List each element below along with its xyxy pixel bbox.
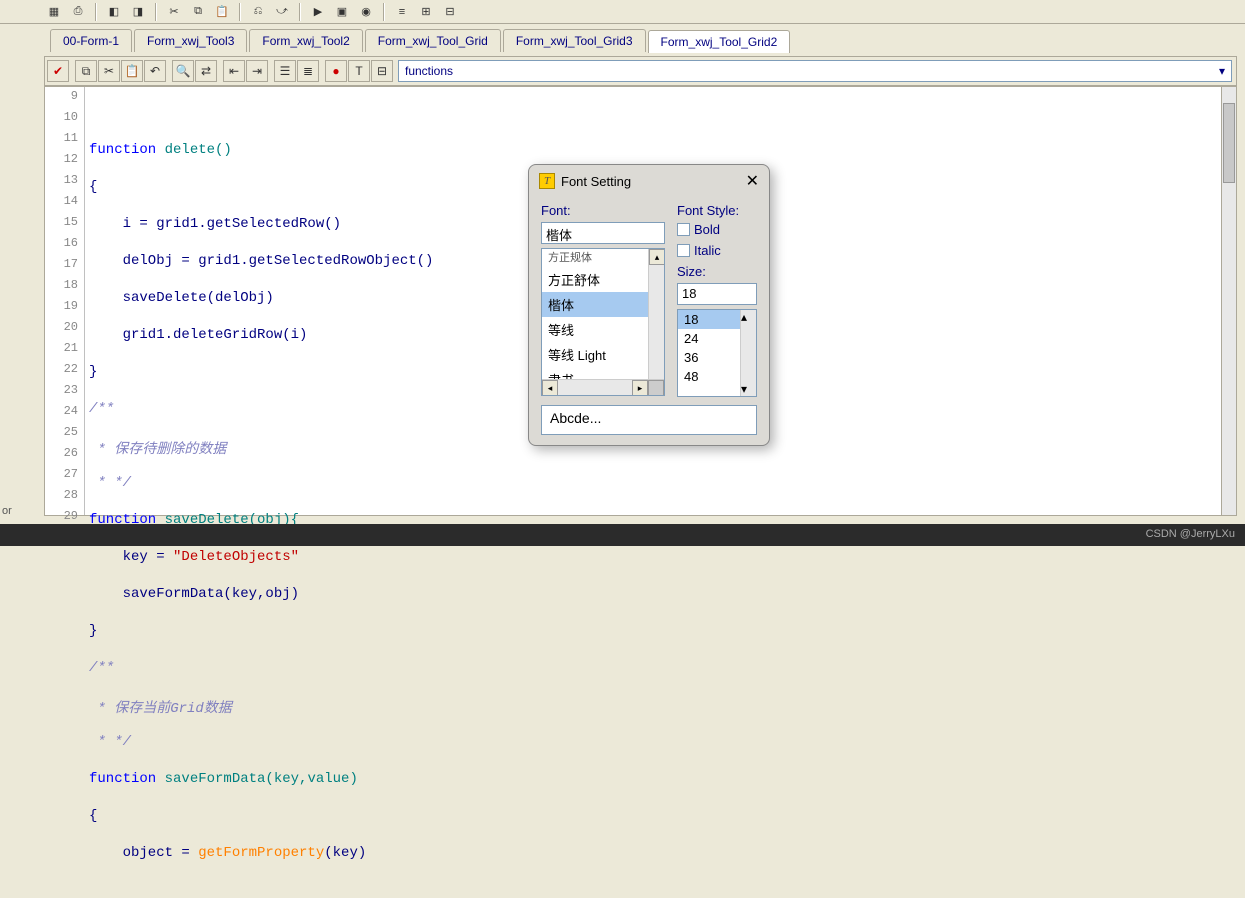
font-option[interactable]: 方正规体 <box>542 249 664 267</box>
font-list-hscroll[interactable]: ◂ ▸ <box>542 379 664 395</box>
run-icon[interactable]: ▶ <box>309 3 327 21</box>
main-toolbar: ▦ ⎙ ◧ ◨ ✂ ⧉ 📋 ⎌ ⤻ ▶ ▣ ◉ ≡ ⊞ ⊟ <box>0 0 1245 24</box>
font-label: Font: <box>541 203 665 218</box>
toolbar-btn[interactable]: ≡ <box>393 3 411 21</box>
tab-grid3[interactable]: Form_xwj_Tool_Grid3 <box>503 29 646 52</box>
tab-tool3[interactable]: Form_xwj_Tool3 <box>134 29 247 52</box>
toolbar-btn[interactable]: ⎌ <box>249 3 267 21</box>
size-label: Size: <box>677 264 757 279</box>
indent-icon[interactable]: ⇤ <box>223 60 245 82</box>
check-icon[interactable]: ✔ <box>47 60 69 82</box>
font-option[interactable]: 等线 <box>542 317 664 342</box>
size-listbox[interactable]: 18 24 36 48 ▴ ▾ <box>677 309 757 397</box>
style-label: Font Style: <box>677 203 757 218</box>
font-option[interactable]: 方正舒体 <box>542 267 664 292</box>
cut-icon[interactable]: ✂ <box>98 60 120 82</box>
bold-checkbox[interactable]: Bold <box>677 222 757 237</box>
tab-form-1[interactable]: 00-Form-1 <box>50 29 132 52</box>
replace-icon[interactable]: ⇄ <box>195 60 217 82</box>
format-icon[interactable]: ≣ <box>297 60 319 82</box>
print-icon[interactable]: ⎙ <box>69 3 87 21</box>
scroll-left-icon[interactable]: ◂ <box>542 380 558 396</box>
function-selector-value: functions <box>405 64 453 78</box>
size-list-vscroll[interactable]: ▴ ▾ <box>740 310 756 396</box>
list-icon[interactable]: ☰ <box>274 60 296 82</box>
font-option[interactable]: 等线 Light <box>542 342 664 367</box>
chevron-down-icon: ▾ <box>1219 64 1225 78</box>
toolbar-btn[interactable]: ◨ <box>129 3 147 21</box>
find-icon[interactable]: 🔍 <box>172 60 194 82</box>
scroll-up-icon[interactable]: ▴ <box>741 310 756 324</box>
scrollbar-thumb[interactable] <box>1223 103 1235 183</box>
outdent-icon[interactable]: ⇥ <box>246 60 268 82</box>
toolbar-btn[interactable]: ◉ <box>357 3 375 21</box>
editor-toolbar: ✔ ⧉ ✂ 📋 ↶ 🔍 ⇄ ⇤ ⇥ ☰ ≣ ● T ⊟ functions ▾ <box>44 56 1237 86</box>
toolbar-btn[interactable]: ▦ <box>45 3 63 21</box>
toolbar-btn[interactable]: ⤻ <box>273 3 291 21</box>
document-tabs: 00-Form-1 Form_xwj_Tool3 Form_xwj_Tool2 … <box>0 24 1245 52</box>
paste-icon[interactable]: 📋 <box>213 3 231 21</box>
scroll-up-icon[interactable]: ▴ <box>649 249 665 265</box>
italic-checkbox[interactable]: Italic <box>677 243 757 258</box>
font-dialog-icon: T <box>539 173 555 189</box>
text-icon[interactable]: T <box>348 60 370 82</box>
font-list-vscroll[interactable]: ▴ <box>648 249 664 379</box>
cut-icon[interactable]: ✂ <box>165 3 183 21</box>
function-selector[interactable]: functions ▾ <box>398 60 1232 82</box>
font-option-selected[interactable]: 楷体 <box>542 292 664 317</box>
font-setting-dialog: T Font Setting ✕ Font: 楷体 方正规体 方正舒体 楷体 等… <box>528 164 770 446</box>
toolbar-btn[interactable]: ⊞ <box>417 3 435 21</box>
close-icon[interactable]: ✕ <box>746 171 759 191</box>
font-input[interactable]: 楷体 <box>541 222 665 244</box>
watermark-text: CSDN @JerryLXu <box>1146 528 1235 540</box>
font-listbox[interactable]: 方正规体 方正舒体 楷体 等线 等线 Light 隶书 黑体 ▴ ◂ <box>541 248 665 396</box>
tab-grid2[interactable]: Form_xwj_Tool_Grid2 <box>648 30 791 53</box>
paste-icon[interactable]: 📋 <box>121 60 143 82</box>
editor-vertical-scrollbar[interactable] <box>1221 86 1237 516</box>
toolbar-btn[interactable]: ▣ <box>333 3 351 21</box>
font-preview: Abcde... <box>541 405 757 435</box>
copy-icon[interactable]: ⧉ <box>189 3 207 21</box>
tree-icon[interactable]: ⊟ <box>371 60 393 82</box>
copy-icon[interactable]: ⧉ <box>75 60 97 82</box>
dialog-title-text: Font Setting <box>561 174 631 189</box>
dialog-titlebar[interactable]: T Font Setting ✕ <box>529 165 769 197</box>
toolbar-btn[interactable]: ⊟ <box>441 3 459 21</box>
status-bar: CSDN @JerryLXu <box>0 524 1245 546</box>
toolbar-btn[interactable]: ◧ <box>105 3 123 21</box>
breakpoint-icon[interactable]: ● <box>325 60 347 82</box>
tab-tool2[interactable]: Form_xwj_Tool2 <box>249 29 362 52</box>
size-input[interactable]: 18 <box>677 283 757 305</box>
side-label: or <box>2 505 12 517</box>
undo-icon[interactable]: ↶ <box>144 60 166 82</box>
tab-grid[interactable]: Form_xwj_Tool_Grid <box>365 29 501 52</box>
scroll-corner <box>648 380 664 396</box>
scroll-right-icon[interactable]: ▸ <box>632 380 648 396</box>
scroll-down-icon[interactable]: ▾ <box>741 382 747 396</box>
line-gutter: 9101112131415161718192021222324252627282… <box>45 87 85 515</box>
